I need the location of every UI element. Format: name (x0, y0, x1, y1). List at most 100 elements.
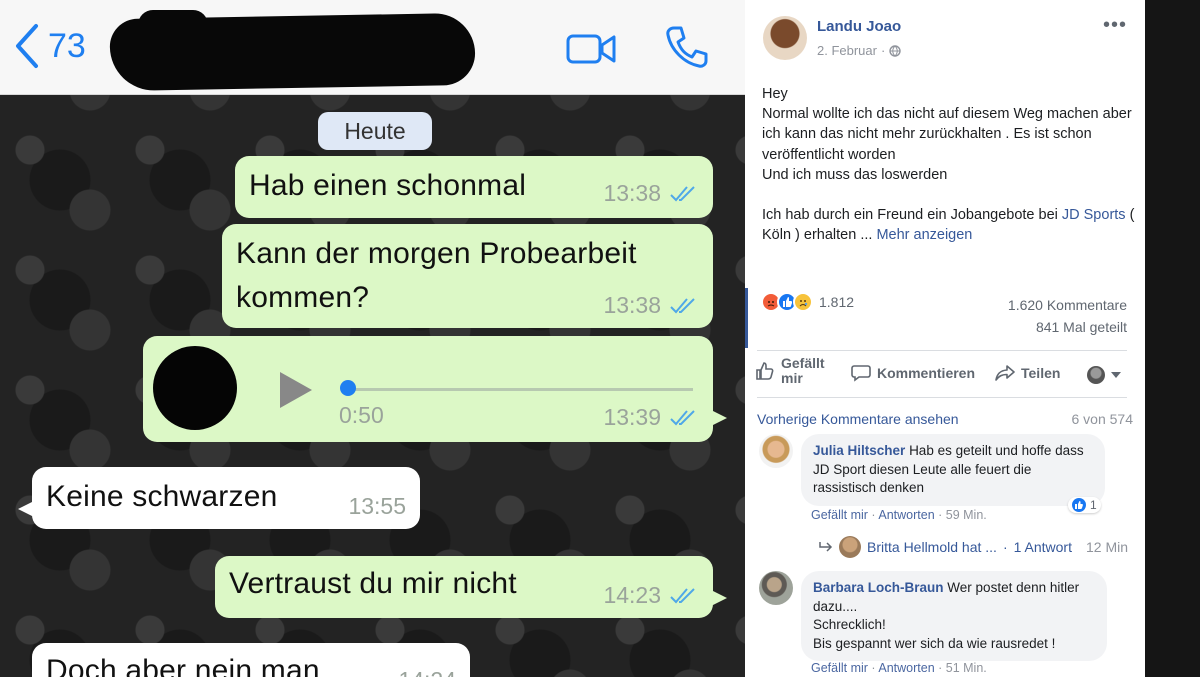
post-text: Hey Normal wollte ich das nicht auf dies… (762, 84, 1137, 245)
post-text-fragment: Ich hab durch ein Freund ein Jobangebote… (762, 207, 1062, 224)
message-outgoing[interactable]: Kann der morgen Probearbeit kommen? 13:3… (222, 224, 713, 328)
voice-call-button[interactable] (664, 24, 710, 70)
video-call-button[interactable] (566, 32, 616, 66)
message-meta: 14:24 (398, 667, 456, 677)
play-icon[interactable] (280, 372, 312, 408)
globe-icon (889, 44, 902, 57)
message-text: Keine schwarzen (46, 480, 278, 513)
reply-arrow-icon (819, 542, 833, 552)
double-check-icon (670, 185, 695, 201)
jd-sports-link[interactable]: JD Sports (1062, 207, 1126, 223)
like-button[interactable]: Gefällt mir (755, 356, 831, 386)
caret-down-icon (1111, 372, 1121, 378)
reply-count: 1 Antwort (1013, 539, 1072, 555)
share-button[interactable]: Teilen (995, 364, 1060, 382)
more-options-icon[interactable]: ••• (1103, 14, 1127, 37)
like-label: Gefällt mir (781, 355, 825, 386)
comment-like-link[interactable]: Gefällt mir (811, 508, 868, 522)
message-time: 14:24 (398, 667, 456, 677)
audio-scrubber[interactable] (340, 380, 356, 396)
bubble-tail (707, 408, 727, 428)
comment-icon (851, 365, 871, 382)
message-incoming[interactable]: Keine schwarzen 13:55 (18, 467, 420, 529)
comment-author[interactable]: Barbara Loch-Braun (813, 580, 944, 595)
comments-count[interactable]: 1.620 Kommentare (1008, 297, 1127, 313)
phone-icon (666, 26, 708, 68)
whatsapp-chat-panel: 73 Heute Hab einen schonmal 13:38 Kann d (0, 0, 745, 677)
divider (757, 397, 1127, 398)
message-meta: 13:38 (603, 180, 699, 207)
share-label: Teilen (1021, 365, 1061, 381)
comment-button[interactable]: Kommentieren (851, 364, 975, 382)
message-text: Doch aber nein man (46, 654, 320, 677)
message-incoming[interactable]: Doch aber nein man 14:24 (32, 643, 470, 677)
voice-message[interactable]: 0:50 13:39 (143, 336, 727, 442)
separator-dot: · (880, 43, 886, 58)
post-line: Normal wollte ich das nicht auf diesem W… (762, 106, 1132, 163)
post-date-text: 2. Februar (817, 43, 877, 58)
facebook-post-panel: Landu Joao 2. Februar · ••• Hey Normal w… (745, 0, 1145, 677)
chat-header: 73 (0, 0, 745, 95)
comment-pagination: 6 von 574 (1071, 411, 1134, 427)
post-spacer (762, 185, 1137, 205)
double-check-icon (670, 297, 695, 313)
post-line: Ich hab durch ein Freund ein Jobangebote… (762, 205, 1137, 245)
comment-bubble: Barbara Loch-Braun Wer postet denn hitle… (801, 571, 1107, 661)
reply-author: Britta Hellmold hat ... (867, 539, 997, 555)
audience-selector[interactable] (1087, 366, 1121, 384)
comment-bubble: Julia Hiltscher Hab es geteilt und hoffe… (801, 434, 1105, 506)
author-name[interactable]: Landu Joao (817, 18, 901, 35)
comment-author[interactable]: Julia Hiltscher (813, 443, 905, 458)
post-date[interactable]: 2. Februar · (817, 43, 902, 58)
commenter-avatar[interactable] (759, 434, 793, 468)
bubble-tail (18, 499, 38, 519)
author-avatar[interactable] (763, 16, 807, 60)
sad-reaction-icon (793, 292, 813, 312)
message-time: 13:55 (348, 493, 406, 519)
back-button[interactable]: 73 (12, 22, 86, 70)
profile-thumb-icon (1087, 366, 1105, 384)
focus-indicator (745, 288, 748, 348)
sender-avatar (153, 346, 237, 430)
bubble-tail (707, 588, 727, 608)
message-text: Vertraust du mir nicht (229, 567, 517, 600)
message-outgoing[interactable]: Vertraust du mir nicht 14:23 (215, 556, 727, 618)
comment-reply-link[interactable]: Antworten (878, 508, 934, 522)
reply-author-avatar (839, 536, 861, 558)
like-reaction-icon (1072, 498, 1086, 512)
comment-reply-link[interactable]: Antworten (878, 661, 934, 675)
unread-count: 73 (48, 26, 86, 65)
separator-dot: · (1002, 539, 1008, 555)
message-meta: 14:23 (603, 582, 699, 609)
message-time: 13:38 (603, 292, 661, 318)
comment-line: Barbara Loch-Braun Wer postet denn hitle… (813, 579, 1095, 616)
comment-like-link[interactable]: Gefällt mir (811, 661, 868, 675)
shares-count[interactable]: 841 Mal geteilt (1036, 319, 1127, 335)
comment-text: Schrecklich! (813, 617, 886, 632)
message-time: 13:39 (603, 404, 661, 430)
comment-like-count: 1 (1090, 498, 1097, 512)
video-camera-icon (566, 34, 616, 64)
divider (757, 350, 1127, 351)
double-check-icon (670, 409, 695, 425)
audio-progress-track[interactable] (343, 388, 693, 391)
comment-label: Kommentieren (877, 365, 976, 381)
previous-comments-link[interactable]: Vorherige Kommentare ansehen (757, 411, 959, 427)
see-more-link[interactable]: Mehr anzeigen (876, 227, 972, 243)
message-outgoing[interactable]: Hab einen schonmal 13:38 (235, 156, 713, 218)
message-meta: 13:39 (603, 404, 699, 431)
message-meta: 13:38 (603, 292, 699, 319)
date-separator: Heute (318, 112, 432, 150)
commenter-avatar[interactable] (759, 571, 793, 605)
comment-actions: Gefällt mir · Antworten · 51 Min. (811, 661, 987, 675)
comment-text: Bis gespannt wer sich da wie rausredet ! (813, 635, 1056, 651)
share-icon (995, 365, 1015, 381)
message-meta: 13:55 (348, 493, 406, 520)
comment-like-badge[interactable]: 1 (1068, 497, 1101, 513)
reaction-summary[interactable]: 1.812 (761, 292, 854, 312)
voice-duration: 0:50 (339, 402, 384, 428)
replies-preview[interactable]: Britta Hellmold hat ... · 1 Antwort 12 M… (819, 536, 1128, 558)
message-time: 14:23 (603, 582, 661, 608)
post-line: Hey (762, 86, 788, 102)
redacted-contact-name (109, 12, 476, 92)
